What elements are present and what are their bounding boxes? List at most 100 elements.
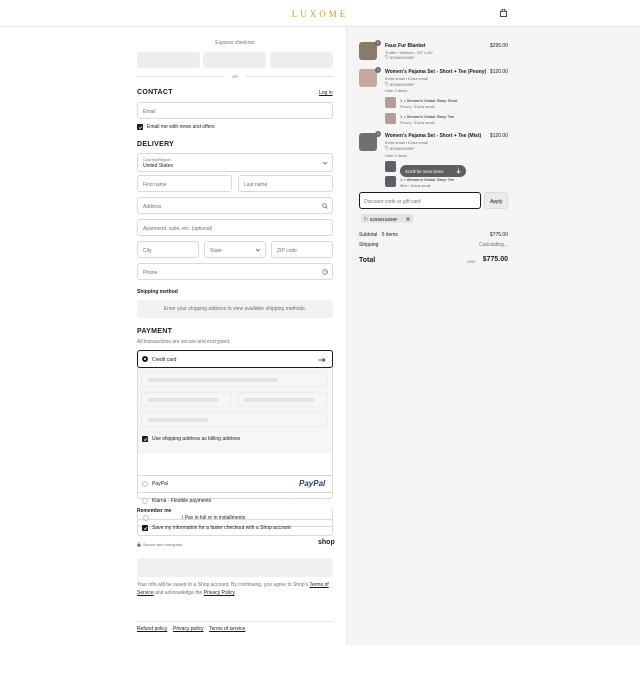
city-field[interactable]: City — [137, 241, 199, 258]
sub-item-variant: Peony / Extra small — [400, 120, 435, 125]
save-info-checkbox[interactable] — [142, 525, 148, 531]
express-pay-button-3[interactable] — [270, 52, 333, 68]
footer-privacy-link[interactable]: Privacy policy — [173, 626, 204, 632]
tag-icon — [385, 82, 389, 86]
state-select[interactable]: State — [204, 241, 266, 258]
item-variant: Extra small / Extra small — [385, 76, 428, 81]
country-label: Country/Region — [143, 157, 171, 162]
sub-item-name: 1 × Women's Modal Sleep Tee — [400, 114, 455, 119]
klarna-radio[interactable] — [142, 498, 148, 504]
apartment-field[interactable]: Apartment, suite, etc. (optional) — [137, 219, 333, 236]
billing-checkbox[interactable] — [142, 436, 148, 442]
first-name-field[interactable]: First name — [137, 175, 232, 192]
klarna-label[interactable]: Klarna - Flexible payments — [152, 498, 211, 504]
total-label: Total — [359, 257, 376, 264]
sub-item-variant: Mist / Extra small — [400, 183, 431, 188]
expiry-placeholder[interactable] — [141, 392, 232, 407]
item-price: $295.00 — [489, 43, 508, 49]
login-link[interactable]: Log in — [319, 90, 333, 96]
help-icon[interactable]: ? — [322, 269, 328, 275]
tag-icon — [364, 216, 368, 221]
country-value: United States — [143, 163, 174, 169]
item-code: 8296815659F — [390, 55, 415, 60]
credit-card-radio[interactable] — [142, 356, 148, 362]
zip-field[interactable]: ZIP code — [271, 241, 333, 258]
apply-button[interactable]: Apply — [484, 192, 508, 209]
sub-item-thumbnail — [385, 97, 396, 108]
email-field[interactable]: Email — [137, 102, 333, 119]
item-code: 8296815659F — [390, 146, 415, 151]
express-pay-button-1[interactable] — [137, 52, 200, 68]
first-name-placeholder: First name — [143, 182, 167, 188]
paypal-radio[interactable] — [142, 481, 148, 487]
remember-title: Remember me — [137, 508, 172, 514]
scroll-hint-pill[interactable]: Scroll for more items — [400, 165, 466, 177]
news-checkbox[interactable] — [137, 124, 143, 130]
state-placeholder: State — [210, 248, 222, 254]
express-pay-button-2[interactable] — [203, 52, 266, 68]
item-name: Women's Pajama Set - Short + Tee (Mist) — [385, 133, 482, 139]
legal-text: Your info will be saved to a Shop accoun… — [137, 581, 333, 597]
card-number-placeholder[interactable] — [141, 372, 328, 387]
payment-title: PAYMENT — [137, 328, 173, 335]
apply-label: Apply — [490, 199, 503, 205]
product-thumbnail — [359, 42, 377, 60]
legal-text-2: and acknowledge the — [155, 590, 203, 596]
store-logo[interactable]: LUXOME — [0, 9, 640, 19]
tag-icon — [385, 55, 389, 59]
item-name: Faux Fur Blanket — [385, 43, 426, 49]
footer-divider — [137, 621, 333, 622]
email-placeholder: Email — [143, 109, 156, 115]
lock-icon — [137, 542, 141, 547]
divider — [137, 475, 333, 476]
express-checkout-title: Express checkout — [215, 40, 255, 46]
header: LUXOME — [0, 0, 640, 27]
address-field[interactable]: Address — [137, 197, 333, 214]
quantity-badge: 1 — [375, 40, 381, 46]
security-code-placeholder[interactable] — [237, 392, 328, 407]
bag-icon[interactable] — [500, 9, 507, 17]
delivery-title: DELIVERY — [137, 141, 175, 148]
sub-item-thumbnail — [385, 161, 396, 172]
arrow-down-icon — [456, 168, 461, 174]
order-summary: 1 Faux Fur Blanket Truffle / Medium - 50… — [359, 27, 509, 347]
applied-code-chip: 8296815659F — [361, 214, 413, 223]
chevron-down-icon — [322, 161, 328, 165]
remember-box: Save my information for a faster checkou… — [137, 519, 333, 536]
legal-end: . — [234, 590, 236, 596]
close-icon[interactable] — [406, 216, 410, 221]
paypal-label[interactable]: PayPal — [152, 481, 168, 487]
country-select[interactable]: Country/Region United States — [137, 153, 333, 172]
sub-item-name: 1 × Women's Modal Sleep Short — [400, 98, 458, 103]
discount-placeholder: Discount code or gift card — [364, 199, 421, 205]
news-label: Email me with news and offers — [147, 124, 215, 130]
discount-field[interactable]: Discount code or gift card — [359, 192, 481, 209]
last-name-field[interactable]: Last name — [238, 175, 333, 192]
hide-items-toggle[interactable]: Hide 2 items — [385, 153, 407, 158]
svg-text:?: ? — [324, 270, 326, 274]
phone-field[interactable]: Phone ? — [137, 263, 333, 280]
total-value: $775.00 — [482, 256, 508, 263]
search-icon — [322, 203, 328, 209]
credit-card-option[interactable]: Credit card — [137, 350, 333, 368]
city-placeholder: City — [143, 248, 152, 254]
shipping-notice-box: Enter your shipping address to view avai… — [137, 300, 333, 318]
footer-terms-link[interactable]: Terms of service — [209, 626, 245, 632]
checkmark-icon — [143, 526, 147, 530]
last-name-placeholder: Last name — [244, 182, 268, 188]
product-thumbnail — [359, 133, 377, 151]
shop-logo: shop — [318, 539, 335, 546]
arrow-right-icon — [318, 357, 326, 363]
name-on-card-placeholder[interactable] — [141, 412, 328, 427]
quantity-badge: 1 — [375, 67, 381, 73]
chevron-down-icon — [255, 248, 261, 252]
pay-now-button[interactable] — [137, 558, 333, 577]
apartment-placeholder: Apartment, suite, etc. (optional) — [143, 226, 213, 232]
item-price: $120.00 — [489, 69, 508, 75]
hide-items-toggle[interactable]: Hide 2 items — [385, 88, 407, 93]
sub-item-variant: Peony / Extra small — [400, 104, 435, 109]
footer-refund-link[interactable]: Refund policy — [137, 626, 167, 632]
privacy-link[interactable]: Privacy Policy — [204, 590, 235, 596]
shipping-value: Calculating... — [479, 242, 508, 248]
or-divider: OR — [232, 74, 238, 79]
